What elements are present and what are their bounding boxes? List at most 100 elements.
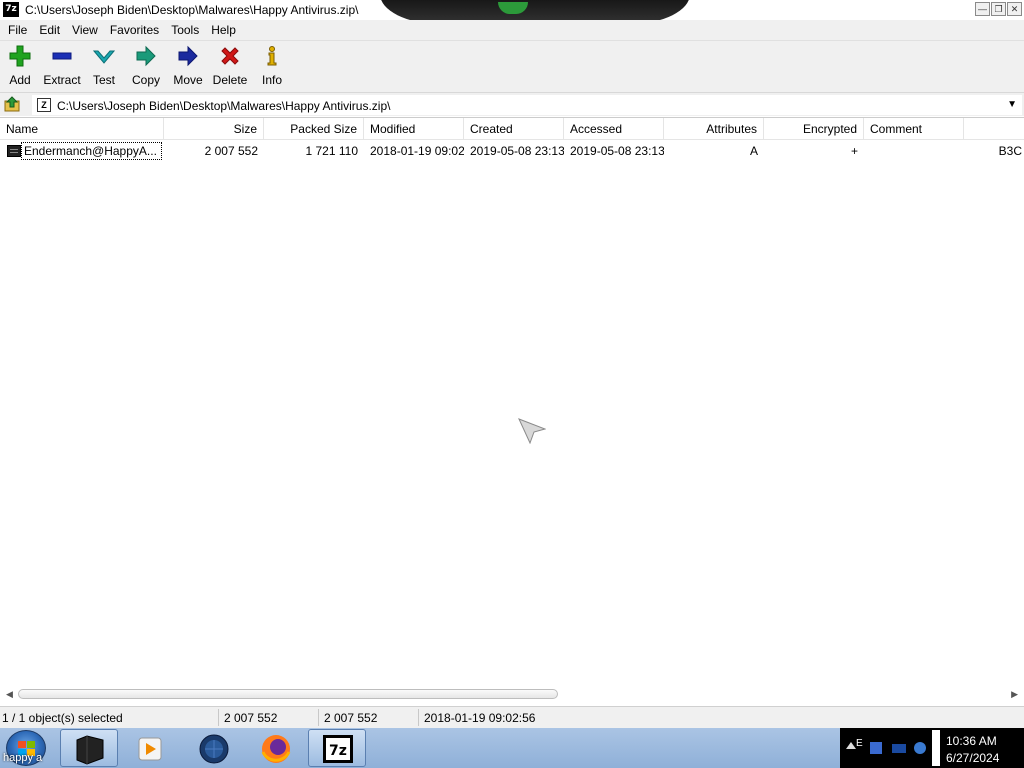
- cell-modified: 2018-01-19 09:02: [370, 144, 464, 158]
- column-created[interactable]: Created: [464, 118, 564, 140]
- cell-accessed: 2019-05-08 23:13: [570, 144, 664, 158]
- info-icon: [252, 45, 292, 67]
- cell-name[interactable]: Endermanch@HappyA...: [21, 142, 162, 160]
- column-name[interactable]: Name: [0, 118, 164, 140]
- cell-size: 2 007 552: [204, 144, 258, 158]
- folder-up-button[interactable]: [4, 96, 22, 113]
- taskbar-media-player-app[interactable]: [120, 729, 178, 767]
- clock-time[interactable]: 10:36 AM: [946, 734, 997, 748]
- globe-icon: [199, 734, 229, 764]
- menu-bar: File Edit View Favorites Tools Help: [0, 20, 1024, 40]
- column-accessed[interactable]: Accessed: [564, 118, 664, 140]
- show-hidden-icons-icon[interactable]: [846, 742, 856, 749]
- taskbar-terminal-app[interactable]: [60, 729, 118, 767]
- menu-edit[interactable]: Edit: [34, 20, 65, 40]
- copy-button-label: Copy: [131, 73, 160, 87]
- notification-area: [932, 730, 940, 766]
- scrollbar-thumb[interactable]: [18, 689, 558, 699]
- taskbar-7zip-app[interactable]: 7z: [308, 729, 366, 767]
- address-path: C:\Users\Joseph Biden\Desktop\Malwares\H…: [57, 99, 391, 113]
- scroll-left-icon[interactable]: ◀: [6, 689, 13, 700]
- tray-app-icon[interactable]: E: [856, 738, 863, 749]
- taskbar-globe-app[interactable]: [184, 729, 242, 767]
- arrow-right-icon: [168, 45, 208, 67]
- column-encrypted[interactable]: Encrypted: [764, 118, 864, 140]
- cell-overflow: B3C: [998, 144, 1022, 158]
- test-button[interactable]: Test: [84, 45, 124, 87]
- menu-file[interactable]: File: [3, 20, 32, 40]
- column-packed-size[interactable]: Packed Size: [264, 118, 364, 140]
- file-list[interactable]: Name Size Packed Size Modified Created A…: [0, 117, 1024, 703]
- minimize-button[interactable]: —: [975, 2, 990, 16]
- column-comment[interactable]: Comment: [864, 118, 964, 140]
- status-bar: 1 / 1 object(s) selected 2 007 552 2 007…: [0, 706, 1024, 728]
- column-attributes[interactable]: Attributes: [664, 118, 764, 140]
- extract-button-label: Extract: [43, 73, 81, 87]
- executable-file-icon: [7, 145, 21, 157]
- column-header: Name Size Packed Size Modified Created A…: [0, 118, 1024, 140]
- clock-date[interactable]: 6/27/2024: [946, 751, 999, 765]
- delete-button[interactable]: Delete: [210, 45, 250, 87]
- zip-archive-icon: Z: [37, 98, 51, 112]
- 7zip-app-icon[interactable]: 7z: [3, 2, 19, 17]
- status-selection: 1 / 1 object(s) selected: [2, 711, 123, 725]
- address-field[interactable]: Z C:\Users\Joseph Biden\Desktop\Malwares…: [32, 95, 1022, 115]
- taskbar: happy a 7z E 10:36 AM 6/27/2024: [0, 728, 1024, 768]
- plus-icon: [0, 45, 40, 67]
- minus-icon: [42, 45, 82, 67]
- move-button-label: Move: [173, 73, 203, 87]
- check-icon: [84, 45, 124, 67]
- status-divider: [418, 709, 419, 726]
- mascot-icon: [498, 2, 528, 14]
- system-tray: E 10:36 AM 6/27/2024: [840, 728, 1024, 768]
- delete-button-label: Delete: [212, 73, 248, 87]
- status-packed: 2 007 552: [324, 711, 378, 725]
- test-button-label: Test: [92, 73, 115, 87]
- 7zip-icon: 7z: [323, 735, 353, 763]
- horizontal-scrollbar[interactable]: ◀ ▶: [0, 686, 1024, 702]
- toolbar: Add Extract Test Copy Move Delete Info: [0, 40, 1024, 92]
- status-divider: [218, 709, 219, 726]
- info-button-label: Info: [261, 73, 282, 87]
- mouse-pointer-icon: [518, 418, 546, 444]
- cell-created: 2019-05-08 23:13: [470, 144, 564, 158]
- firefox-icon: [261, 735, 291, 763]
- cell-packed-size: 1 721 110: [305, 144, 359, 158]
- menu-view[interactable]: View: [67, 20, 103, 40]
- close-button[interactable]: ✕: [1007, 2, 1022, 16]
- menu-favorites[interactable]: Favorites: [105, 20, 164, 40]
- extract-button[interactable]: Extract: [42, 45, 82, 87]
- title-bar: 7z C:\Users\Joseph Biden\Desktop\Malware…: [0, 0, 1024, 24]
- x-icon: [210, 45, 250, 67]
- window-controls: — ❐ ✕: [975, 2, 1022, 16]
- status-size: 2 007 552: [224, 711, 278, 725]
- column-modified[interactable]: Modified: [364, 118, 464, 140]
- menu-help[interactable]: Help: [206, 20, 241, 40]
- folder-up-icon: [4, 96, 20, 112]
- arrow-right-icon: [126, 45, 166, 67]
- copy-button[interactable]: Copy: [126, 45, 166, 87]
- chevron-down-icon[interactable]: ▼: [1007, 99, 1017, 110]
- terminal-icon: [76, 735, 104, 765]
- taskbar-firefox-app[interactable]: [246, 729, 304, 767]
- window-title: C:\Users\Joseph Biden\Desktop\Malwares\H…: [25, 3, 359, 17]
- move-button[interactable]: Move: [168, 45, 208, 87]
- maximize-button[interactable]: ❐: [991, 2, 1006, 16]
- start-overlay-text: happy a: [3, 752, 43, 764]
- cell-attributes: A: [749, 144, 758, 158]
- media-player-icon: [138, 737, 162, 761]
- cell-encrypted: +: [850, 144, 858, 158]
- scroll-right-icon[interactable]: ▶: [1011, 689, 1018, 700]
- svg-text:7z: 7z: [329, 743, 347, 759]
- tray-icons[interactable]: [868, 736, 928, 760]
- menu-tools[interactable]: Tools: [166, 20, 204, 40]
- column-size[interactable]: Size: [164, 118, 264, 140]
- info-button[interactable]: Info: [252, 45, 292, 87]
- add-button-label: Add: [9, 73, 31, 87]
- table-row[interactable]: Endermanch@HappyA... 2 007 552 1 721 110…: [0, 141, 1024, 161]
- status-modified: 2018-01-19 09:02:56: [424, 711, 536, 725]
- add-button[interactable]: Add: [0, 45, 40, 87]
- cell-comment: [864, 141, 964, 161]
- status-divider: [318, 709, 319, 726]
- address-bar: Z C:\Users\Joseph Biden\Desktop\Malwares…: [0, 92, 1024, 116]
